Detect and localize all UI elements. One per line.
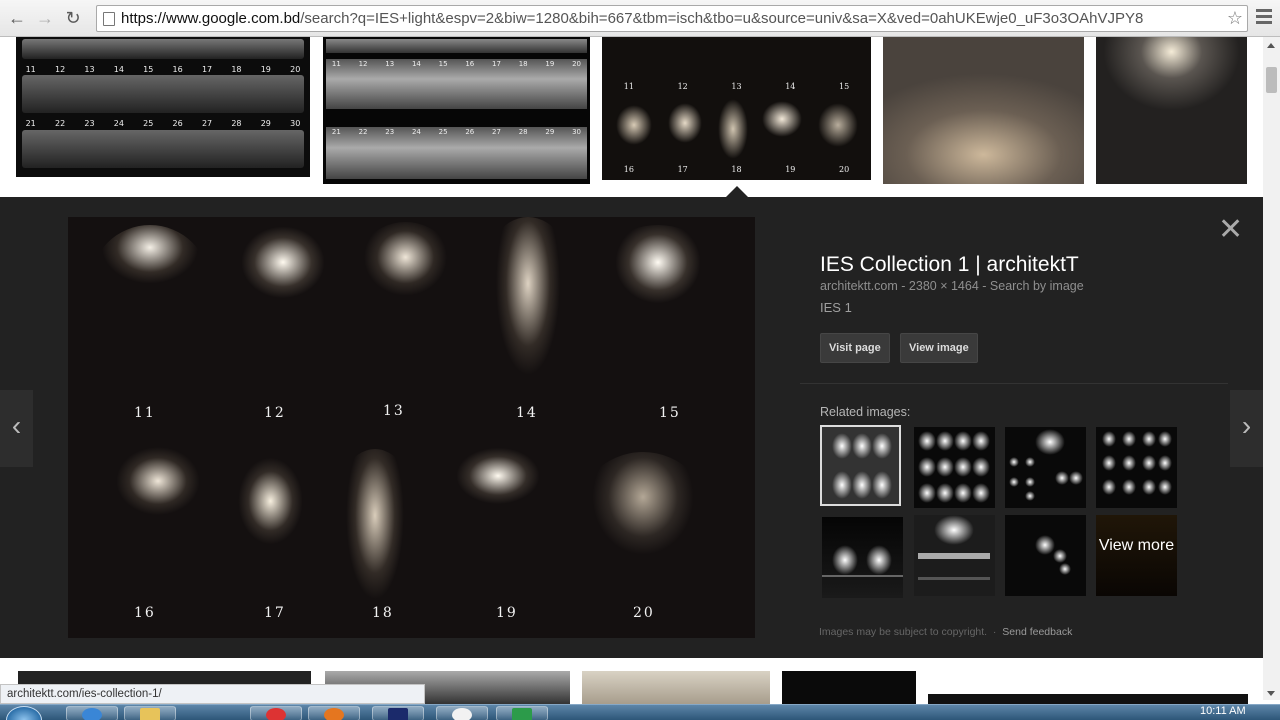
scroll-up-icon[interactable]: [1267, 43, 1275, 48]
windows-taskbar: 10:11 AM: [0, 704, 1280, 720]
thumbnail-number-row: 16 17 18 19 20: [623, 165, 850, 174]
taskbar-photoshop[interactable]: [372, 706, 424, 720]
status-bar: architektt.com/ies-collection-1/: [0, 684, 425, 704]
reload-button[interactable]: ↻: [62, 7, 84, 29]
close-icon[interactable]: ✕: [1218, 215, 1243, 245]
result-thumbnail[interactable]: [883, 37, 1084, 184]
search-by-image-link[interactable]: Search by image: [990, 279, 1084, 293]
thumbnail-number-row: 11 12 13 14 15: [623, 82, 850, 91]
image-meta: architektt.com - 2380 × 1464 - Search by…: [820, 279, 1084, 293]
forward-button[interactable]: →: [34, 7, 56, 29]
thumbnail-strip: [22, 130, 304, 168]
ies-label: 11: [134, 405, 156, 421]
thumbnail-number-row: 21 22 23 24 25 26 27 28 29 30: [25, 119, 301, 128]
next-image-button[interactable]: ›: [1230, 390, 1263, 467]
thumbnail-number-row: 11 12 13 14 15 16 17 18 19 20: [331, 60, 581, 68]
scrollbar-thumb[interactable]: [1266, 67, 1277, 93]
related-image[interactable]: [914, 427, 995, 508]
chrome-icon: [266, 708, 286, 720]
selection-pointer: [726, 186, 748, 197]
vertical-scrollbar[interactable]: [1263, 37, 1280, 700]
back-button[interactable]: ←: [6, 7, 28, 29]
ies-label: 12: [264, 405, 286, 421]
result-thumbnail[interactable]: [782, 671, 916, 704]
related-image[interactable]: [1096, 427, 1177, 508]
browser-toolbar: ← → ↻ https://www.google.com.bd/search?q…: [0, 0, 1280, 37]
ies-label: 17: [264, 605, 286, 621]
visit-page-button[interactable]: Visit page: [820, 333, 890, 363]
start-button[interactable]: [6, 706, 42, 720]
taskbar-ie[interactable]: [66, 706, 118, 720]
back-arrow-icon: ←: [8, 8, 26, 28]
copyright-footer: Images may be subject to copyright. · Se…: [819, 626, 1073, 638]
related-image[interactable]: [1005, 515, 1086, 596]
firefox-icon: [324, 708, 344, 720]
taskbar-chrome[interactable]: [250, 706, 302, 720]
app-icon: [452, 708, 472, 720]
ies-label: 16: [134, 605, 156, 621]
source-domain[interactable]: architektt.com: [820, 279, 898, 293]
photoshop-icon: [388, 708, 408, 720]
result-thumbnail[interactable]: [582, 671, 770, 704]
taskbar-app[interactable]: [436, 706, 488, 720]
send-feedback-link[interactable]: Send feedback: [1002, 626, 1072, 638]
preview-image[interactable]: 11 12 13 14 15 16 17 18 19 20: [68, 217, 755, 638]
taskbar-explorer[interactable]: [124, 706, 176, 720]
result-thumbnail[interactable]: 11 12 13 14 15 16 17 18 19 20 21 22 23 24 25 26 27 28 29 3…: [16, 37, 310, 177]
scroll-down-icon[interactable]: [1267, 691, 1275, 696]
address-bar[interactable]: https://www.google.com.bd/search?q=IES+l…: [96, 5, 1248, 32]
view-more-label: View more: [1098, 537, 1175, 554]
result-thumbnail[interactable]: [928, 694, 1248, 704]
result-thumbnail[interactable]: [1096, 37, 1247, 184]
thumbnail-strip: [22, 75, 304, 113]
url-host: https://www.google.com.bd: [121, 10, 301, 27]
view-more-related[interactable]: View more: [1096, 515, 1177, 596]
related-image[interactable]: [822, 517, 903, 598]
ies-label: 14: [516, 405, 538, 421]
ies-label: 18: [372, 605, 394, 621]
related-image[interactable]: [820, 425, 901, 506]
bookmark-star-icon[interactable]: ☆: [1227, 8, 1243, 29]
app-icon: [512, 708, 532, 720]
system-clock[interactable]: 10:11 AM: [1200, 705, 1246, 717]
image-description: IES 1: [820, 300, 852, 315]
reload-icon: ↻: [65, 8, 81, 28]
image-preview-panel: 11 12 13 14 15 16 17 18 19 20 ‹ › ✕ IES …: [0, 197, 1263, 658]
thumbnail-strip: [22, 39, 304, 59]
taskbar-firefox[interactable]: [308, 706, 360, 720]
forward-arrow-icon: →: [36, 8, 54, 28]
folder-icon: [140, 708, 160, 720]
chevron-right-icon: ›: [1241, 410, 1252, 441]
related-image[interactable]: [914, 515, 995, 596]
chevron-left-icon: ‹: [11, 410, 22, 441]
image-title[interactable]: IES Collection 1 | architektT: [820, 253, 1079, 277]
divider: [800, 383, 1228, 384]
image-info: ✕ IES Collection 1 | architektT architek…: [800, 197, 1243, 658]
result-thumbnail-selected[interactable]: 11 12 13 14 15 16 17 18 19 20: [602, 37, 871, 180]
ies-label: 19: [496, 605, 518, 621]
url-text: https://www.google.com.bd/search?q=IES+l…: [121, 10, 1221, 27]
taskbar-app-green[interactable]: [496, 706, 548, 720]
internet-explorer-icon: [82, 708, 102, 720]
page-icon: [103, 12, 115, 26]
thumbnail-strip: [326, 39, 587, 53]
copyright-note: Images may be subject to copyright.: [819, 626, 988, 638]
image-dimensions: 2380 × 1464: [908, 279, 979, 293]
previous-image-button[interactable]: ‹: [0, 390, 33, 467]
thumbnail-number-row: 21 22 23 24 25 26 27 28 29 30: [331, 128, 581, 136]
related-image[interactable]: [1005, 427, 1086, 508]
thumbnail-number-row: 11 12 13 14 15 16 17 18 19 20: [25, 65, 301, 74]
chrome-menu-icon[interactable]: [1256, 9, 1272, 27]
ies-label: 15: [659, 405, 681, 421]
view-image-button[interactable]: View image: [900, 333, 978, 363]
result-thumbnail[interactable]: 11 12 13 14 15 16 17 18 19 20 21 22 23 24 25 26 27 28 29 3…: [323, 37, 590, 184]
related-images-heading: Related images:: [820, 405, 911, 419]
ies-label: 13: [383, 403, 405, 419]
url-path: /search?q=IES+light&espv=2&biw=1280&bih=…: [300, 10, 1144, 27]
ies-label: 20: [633, 605, 655, 621]
